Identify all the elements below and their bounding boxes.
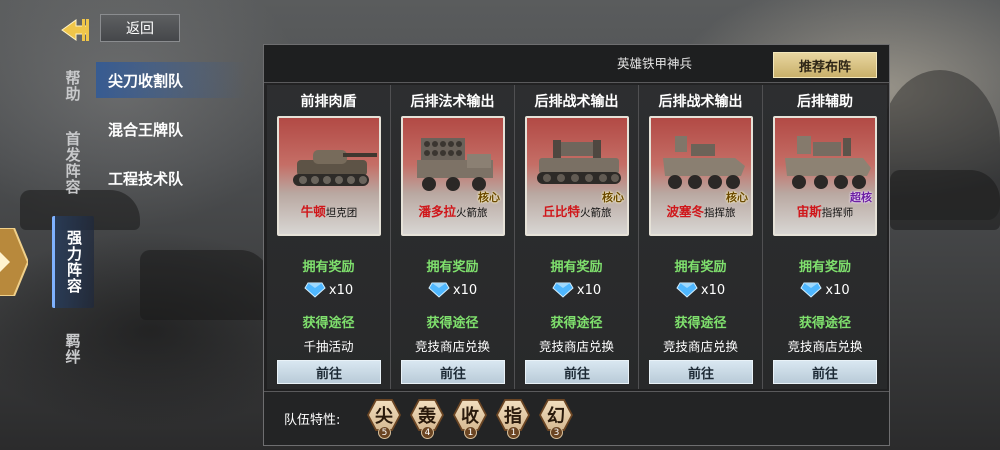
tab-bonds[interactable]: 羁绊 (52, 320, 94, 378)
back-button[interactable]: 返回 (100, 14, 180, 42)
source-value: 竞技商店兑换 (414, 339, 490, 354)
diamond-icon (800, 282, 823, 298)
unit-portrait[interactable]: 核心 丘比特火箭旅 (525, 116, 629, 236)
trait-badge[interactable]: 指 1 (496, 398, 530, 440)
trait-badge[interactable]: 尖 5 (367, 398, 401, 440)
source-label: 获得途径 (798, 316, 851, 331)
card-role: 后排战术输出 (534, 94, 619, 110)
unit-name: 牛顿坦克团 (300, 204, 358, 219)
go-button[interactable]: 前往 (401, 360, 505, 384)
unit-cards: 前排肉盾 牛顿坦克团 拥有奖励 x10 获得途径 千抽活动 前往 后排法术输出 … (267, 85, 887, 389)
card-role: 后排辅助 (797, 94, 853, 110)
source-value: 千抽活动 (303, 339, 354, 354)
card-role: 后排法术输出 (410, 94, 495, 110)
reward-value: x10 (391, 282, 514, 298)
background-tank (140, 250, 270, 320)
card-role: 前排肉盾 (300, 94, 357, 110)
unit-name: 丘比特火箭旅 (542, 204, 612, 219)
unit-card: 后排法术输出 核心 潘多拉火箭旅 拥有奖励 x10 获得途径 竞技商店兑换 前往 (391, 85, 515, 389)
source-label: 获得途径 (550, 316, 603, 331)
side-expand-handle[interactable] (0, 227, 30, 297)
unit-portrait[interactable]: 超核 宙斯指挥师 (773, 116, 877, 236)
background-tank (890, 170, 1000, 230)
panel-title: 英雄铁甲神兵 (617, 56, 693, 71)
panel-header: 英雄铁甲神兵 推荐布阵 (264, 45, 889, 83)
go-button[interactable]: 前往 (525, 360, 629, 384)
lineup-list: 尖刀收割队 混合王牌队 工程技术队 (96, 62, 246, 209)
tank-icon (293, 150, 377, 186)
recommend-lineup-button[interactable]: 推荐布阵 (773, 52, 877, 78)
tab-help[interactable]: 帮助 (52, 62, 94, 110)
source-value: 竞技商店兑换 (787, 339, 863, 354)
source-value: 竞技商店兑换 (538, 339, 614, 354)
unit-card: 后排辅助 超核 宙斯指挥师 拥有奖励 x10 获得途径 竞技商店兑换 前往 (763, 85, 887, 389)
lineup-panel: 英雄铁甲神兵 推荐布阵 前排肉盾 牛顿坦克团 拥有奖励 x10 获得途径 千抽活… (263, 44, 890, 446)
trait-count: 1 (464, 426, 477, 439)
reward-label: 拥有奖励 (674, 260, 727, 275)
lineup-item[interactable]: 混合王牌队 (96, 111, 246, 147)
reward-label: 拥有奖励 (302, 260, 355, 275)
unit-name: 波塞冬指挥旅 (666, 204, 736, 219)
trait-count: 1 (507, 426, 520, 439)
diamond-icon (428, 282, 450, 298)
back-arrow-icon[interactable] (60, 17, 90, 43)
tab-strong-lineup[interactable]: 强力阵容 (52, 216, 94, 308)
diamond-icon (304, 282, 326, 298)
diamond-icon (552, 282, 574, 298)
reward-label: 拥有奖励 (426, 260, 479, 275)
source-label: 获得途径 (674, 316, 727, 331)
reward-value: x10 (515, 282, 638, 298)
lineup-item[interactable]: 工程技术队 (96, 160, 246, 196)
source-value: 竞技商店兑换 (662, 339, 738, 354)
traits-label: 队伍特性: (284, 413, 341, 428)
team-traits-bar: 队伍特性: 尖 5 轰 4 收 1 指 1 幻 3 (264, 391, 889, 445)
go-button[interactable]: 前往 (773, 360, 877, 384)
unit-name: 宙斯指挥师 (796, 204, 854, 219)
unit-card: 后排战术输出 核心 丘比特火箭旅 拥有奖励 x10 获得途径 竞技商店兑换 前往 (515, 85, 639, 389)
diamond-icon (676, 282, 698, 298)
reward-label: 拥有奖励 (798, 260, 851, 275)
source-label: 获得途径 (302, 316, 355, 331)
trait-count: 5 (378, 426, 391, 439)
trait-count: 3 (550, 426, 563, 439)
trait-badge[interactable]: 轰 4 (410, 398, 444, 440)
reward-value: x10 (639, 282, 762, 298)
source-label: 获得途径 (426, 316, 479, 331)
tab-starting-lineup[interactable]: 首发阵容 (52, 122, 94, 204)
unit-portrait[interactable]: 核心 潘多拉火箭旅 (401, 116, 505, 236)
go-button[interactable]: 前往 (277, 360, 381, 384)
lineup-item[interactable]: 尖刀收割队 (96, 62, 246, 98)
card-role: 后排战术输出 (658, 94, 743, 110)
reward-value: x10 (267, 282, 390, 298)
unit-card: 后排战术输出 核心 波塞冬指挥旅 拥有奖励 x10 获得途径 竞技商店兑换 前往 (639, 85, 763, 389)
trait-badge[interactable]: 收 1 (453, 398, 487, 440)
unit-name: 潘多拉火箭旅 (418, 204, 488, 219)
reward-label: 拥有奖励 (550, 260, 603, 275)
unit-portrait[interactable]: 核心 波塞冬指挥旅 (649, 116, 753, 236)
unit-card: 前排肉盾 牛顿坦克团 拥有奖励 x10 获得途径 千抽活动 前往 (267, 85, 391, 389)
go-button[interactable]: 前往 (649, 360, 753, 384)
reward-value: x10 (763, 282, 887, 298)
unit-portrait[interactable]: 牛顿坦克团 (277, 116, 381, 236)
trait-badge[interactable]: 幻 3 (539, 398, 573, 440)
side-tab-bar: 帮助 首发阵容 强力阵容 羁绊 (52, 62, 94, 378)
trait-count: 4 (421, 426, 434, 439)
